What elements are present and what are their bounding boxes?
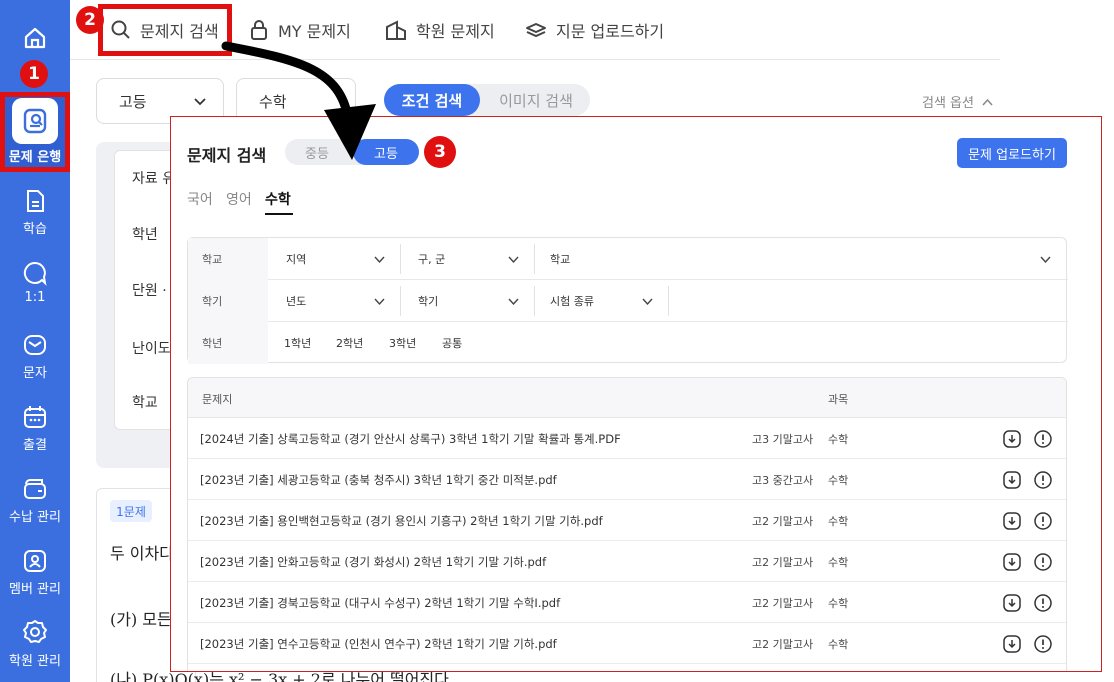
app-root: 문제 은행 학습 1:1 문자 출결 수납 관리 멤버 관리 학원 관리 문제지… — [0, 0, 1114, 682]
annotation-arrow — [221, 41, 376, 160]
